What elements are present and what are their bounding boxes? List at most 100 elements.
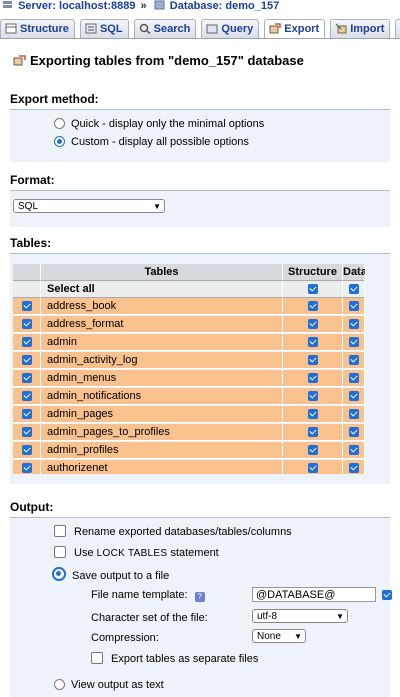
table-row[interactable]: admin	[13, 334, 365, 351]
table-row[interactable]: admin_pages	[13, 406, 365, 423]
select-all-structure-checkbox[interactable]	[307, 284, 318, 294]
row-structure-checkbox[interactable]	[307, 301, 318, 311]
row-structure-checkbox[interactable]	[307, 355, 318, 365]
custom-radio[interactable]	[54, 136, 65, 147]
row-data-checkbox[interactable]	[348, 391, 359, 401]
help-icon[interactable]: ?	[194, 592, 205, 602]
row-select-checkbox[interactable]	[22, 445, 32, 455]
row-structure-cell[interactable]	[283, 298, 343, 315]
row-structure-cell[interactable]	[283, 352, 343, 369]
lock-tables-checkbox[interactable]	[54, 546, 66, 558]
row-data-checkbox[interactable]	[348, 301, 359, 311]
row-structure-cell[interactable]	[283, 442, 343, 459]
row-structure-cell[interactable]	[283, 388, 343, 405]
row-data-checkbox[interactable]	[348, 337, 359, 347]
row-data-checkbox[interactable]	[348, 409, 359, 419]
row-structure-cell[interactable]	[283, 370, 343, 387]
row-data-cell[interactable]	[343, 298, 365, 315]
row-structure-cell[interactable]	[283, 334, 343, 351]
row-select-cell[interactable]	[13, 424, 41, 441]
select-all-structure[interactable]	[283, 281, 343, 298]
row-structure-checkbox[interactable]	[307, 463, 318, 473]
row-select-checkbox[interactable]	[22, 301, 32, 311]
row-data-checkbox[interactable]	[348, 427, 359, 437]
view-as-text-option[interactable]: View output as text	[54, 679, 164, 691]
database-link[interactable]: Database: demo_157	[170, 0, 279, 12]
table-row[interactable]: address_book	[13, 298, 365, 315]
table-row[interactable]: admin_activity_log	[13, 352, 365, 369]
table-row[interactable]: admin_pages_to_profiles	[13, 424, 365, 441]
row-structure-cell[interactable]	[283, 316, 343, 333]
row-structure-cell[interactable]	[283, 406, 343, 423]
row-select-cell[interactable]	[13, 334, 41, 351]
compression-select[interactable]: None ▼	[252, 629, 306, 643]
remember-template-checkbox[interactable]	[382, 590, 392, 600]
select-all-data[interactable]	[343, 281, 365, 298]
row-select-checkbox[interactable]	[22, 391, 32, 401]
file-template-input[interactable]: @DATABASE@	[252, 587, 376, 602]
tab-query[interactable]: Query	[201, 19, 260, 38]
row-data-checkbox[interactable]	[348, 445, 359, 455]
row-select-cell[interactable]	[13, 370, 41, 387]
row-data-cell[interactable]	[343, 334, 365, 351]
row-data-checkbox[interactable]	[348, 463, 359, 473]
save-to-file-radio[interactable]	[52, 567, 66, 581]
row-select-checkbox[interactable]	[22, 427, 32, 437]
row-structure-checkbox[interactable]	[307, 409, 318, 419]
save-to-file-option[interactable]: Save output to a file	[52, 567, 169, 582]
table-row[interactable]: admin_profiles	[13, 442, 365, 459]
row-structure-checkbox[interactable]	[307, 427, 318, 437]
row-select-cell[interactable]	[13, 388, 41, 405]
table-row[interactable]: address_format	[13, 316, 365, 333]
separate-files-checkbox[interactable]	[91, 652, 103, 664]
row-select-cell[interactable]	[13, 460, 41, 474]
row-select-checkbox[interactable]	[22, 463, 32, 473]
table-row[interactable]: authorizenet	[13, 460, 365, 474]
server-link[interactable]: Server: localhost:8889	[18, 0, 135, 12]
row-data-checkbox[interactable]	[348, 319, 359, 329]
row-data-cell[interactable]	[343, 406, 365, 423]
format-select[interactable]: SQL ▼	[13, 199, 165, 213]
row-structure-checkbox[interactable]	[307, 373, 318, 383]
row-select-checkbox[interactable]	[22, 319, 32, 329]
row-structure-checkbox[interactable]	[307, 337, 318, 347]
row-select-checkbox[interactable]	[22, 373, 32, 383]
row-select-cell[interactable]	[13, 352, 41, 369]
export-method-quick[interactable]: Quick - display only the minimal options	[54, 118, 264, 130]
row-structure-checkbox[interactable]	[307, 445, 318, 455]
row-data-cell[interactable]	[343, 424, 365, 441]
export-method-custom[interactable]: Custom - display all possible options	[54, 136, 249, 148]
rename-option[interactable]: Rename exported databases/tables/columns	[54, 525, 292, 538]
row-select-cell[interactable]	[13, 316, 41, 333]
tab-operations[interactable]: O	[395, 19, 400, 38]
row-select-checkbox[interactable]	[22, 409, 32, 419]
row-structure-cell[interactable]	[283, 424, 343, 441]
table-row[interactable]: admin_notifications	[13, 388, 365, 405]
row-data-cell[interactable]	[343, 370, 365, 387]
charset-select[interactable]: utf-8 ▼	[252, 609, 348, 623]
tab-structure[interactable]: Structure	[0, 19, 75, 38]
separate-files-option[interactable]: Export tables as separate files	[91, 652, 258, 665]
row-data-cell[interactable]	[343, 388, 365, 405]
row-select-cell[interactable]	[13, 406, 41, 423]
row-data-cell[interactable]	[343, 352, 365, 369]
row-select-cell[interactable]	[13, 442, 41, 459]
view-as-text-radio[interactable]	[54, 679, 65, 690]
row-data-checkbox[interactable]	[348, 373, 359, 383]
table-row[interactable]: admin_menus	[13, 370, 365, 387]
select-all-data-checkbox[interactable]	[348, 284, 359, 294]
row-structure-checkbox[interactable]	[307, 391, 318, 401]
row-select-cell[interactable]	[13, 298, 41, 315]
row-structure-cell[interactable]	[283, 460, 343, 474]
tab-export[interactable]: Export	[264, 19, 326, 38]
row-structure-checkbox[interactable]	[307, 319, 318, 329]
quick-radio[interactable]	[54, 118, 65, 129]
row-data-checkbox[interactable]	[348, 355, 359, 365]
row-data-cell[interactable]	[343, 460, 365, 474]
row-data-cell[interactable]	[343, 316, 365, 333]
tab-search[interactable]: Search	[133, 19, 197, 38]
row-select-checkbox[interactable]	[22, 355, 32, 365]
rename-checkbox[interactable]	[54, 525, 66, 537]
row-select-checkbox[interactable]	[22, 337, 32, 347]
lock-tables-option[interactable]: Use LOCK TABLES statement	[54, 546, 219, 559]
